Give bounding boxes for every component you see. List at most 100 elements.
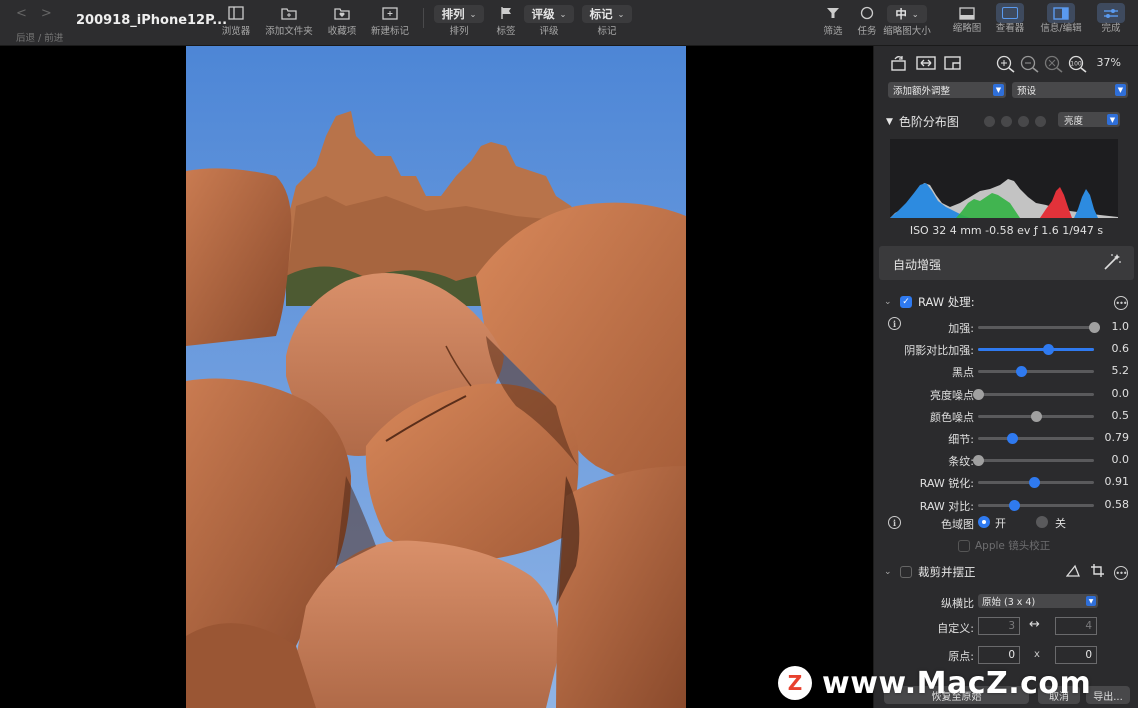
back-arrow-icon[interactable]: < [16, 6, 41, 21]
forward-arrow-icon[interactable]: > [41, 6, 66, 21]
channel-dot[interactable] [1018, 116, 1029, 127]
sort-dropdown[interactable]: 排列 ⌄ 排列 [433, 0, 485, 46]
slider-knob[interactable] [973, 455, 984, 467]
rotate-icon[interactable] [890, 55, 908, 75]
gamut-off-label: 关 [1055, 517, 1066, 530]
histogram-mode-select[interactable]: 亮度 ▼ [1058, 112, 1120, 127]
gamut-on-radio[interactable] [978, 516, 990, 528]
slider-track[interactable] [978, 499, 1094, 511]
slider-track[interactable] [978, 366, 1094, 378]
raw-section-header[interactable]: ⌄ ✓ RAW 处理: [884, 294, 975, 310]
info-panel-icon [1053, 6, 1069, 20]
custom-label: 自定义: [937, 622, 974, 635]
auto-enhance-bar[interactable]: 自动增强 [879, 246, 1134, 280]
slider-track[interactable] [978, 477, 1094, 489]
chevron-down-icon: ⌄ [469, 9, 477, 19]
zoom-100-icon[interactable]: 100 [1068, 55, 1088, 77]
filter-icon [826, 0, 840, 26]
slider-row: 亮度噪点 0.0 [874, 383, 1138, 405]
slider-row: 颜色噪点 0.5 [874, 405, 1138, 427]
slider-value: 0.79 [1104, 431, 1130, 444]
slider-track[interactable] [978, 433, 1094, 444]
crop-section-header[interactable]: ⌄ 裁剪并摆正 [884, 564, 976, 580]
swap-arrows-icon[interactable]: ↔ [1029, 617, 1040, 632]
thumbnails-icon [959, 6, 975, 20]
origin-y-field[interactable]: 0 [1055, 646, 1097, 664]
lens-correction-checkbox[interactable] [958, 539, 970, 552]
channel-dot[interactable] [1035, 116, 1046, 127]
cancel-button[interactable]: 取消 [1038, 686, 1080, 704]
viewer-button[interactable]: 查看器 [992, 0, 1028, 46]
slider-knob[interactable] [1009, 499, 1020, 511]
origin-separator: x [1034, 649, 1040, 660]
done-button[interactable]: 完成 [1094, 0, 1128, 46]
slider-track[interactable] [973, 388, 1094, 400]
chevron-down-icon: ▼ [1107, 114, 1118, 125]
reset-button[interactable]: 恢复至原始 [884, 686, 1029, 704]
slider-knob[interactable] [1029, 477, 1040, 489]
crop-tool-icon[interactable] [944, 55, 962, 75]
thumbnails-button[interactable]: 缩略图 [950, 0, 984, 46]
channel-dot[interactable] [984, 116, 995, 127]
zoom-fit-icon[interactable] [1044, 55, 1064, 77]
slider-fill [978, 348, 1094, 352]
tag-label: 标记 [597, 26, 617, 37]
slider-label: RAW 锐化: [919, 477, 974, 491]
slider-value: 0.58 [1104, 497, 1130, 511]
flag-button[interactable]: 标签 [493, 0, 519, 46]
export-button[interactable]: 导出... [1086, 686, 1130, 704]
custom-width-field[interactable]: 3 [978, 617, 1020, 635]
favorites-button[interactable]: 收藏项 [326, 0, 358, 46]
slider-knob[interactable] [1043, 344, 1054, 356]
filter-button[interactable]: 筛选 [820, 0, 846, 46]
raw-more-icon[interactable]: ••• [1114, 296, 1128, 310]
histogram-title: 色阶分布图 [898, 115, 959, 129]
slider-track[interactable] [978, 410, 1094, 422]
new-tag-icon [382, 0, 398, 26]
channel-dot[interactable] [1001, 116, 1012, 127]
gamut-off-radio[interactable] [1036, 516, 1048, 528]
preset-select[interactable]: 预设 ▼ [1012, 82, 1128, 98]
crop-enable-checkbox[interactable] [900, 566, 912, 578]
slider-track[interactable] [973, 455, 1094, 467]
photo-canvas[interactable] [186, 46, 686, 708]
histogram-header[interactable]: ▼ 色阶分布图 [886, 113, 959, 130]
browser-label: 浏览器 [221, 26, 251, 37]
add-folder-label: 添加文件夹 [265, 26, 313, 37]
slider-knob[interactable] [973, 388, 984, 400]
crop-more-icon[interactable]: ••• [1114, 566, 1128, 580]
straighten-icon[interactable] [1065, 564, 1080, 580]
slider-knob[interactable] [1031, 410, 1042, 422]
new-tag-button[interactable]: 新建标记 [368, 0, 412, 46]
browser-button[interactable]: 浏览器 [220, 0, 252, 46]
aspect-label: 纵横比 [941, 597, 974, 610]
slider-track[interactable] [978, 344, 1094, 356]
aspect-select[interactable]: 原始 (3 x 4) ▼ [978, 594, 1098, 608]
flip-horizontal-icon[interactable] [916, 55, 936, 75]
channel-dots [984, 116, 1046, 127]
edit-panel: 100 37% 添加额外调整 ▼ 预设 ▼ ▼ 色阶分布图 亮度 ▼ ISO 3… [873, 46, 1138, 708]
zoom-out-icon[interactable] [1020, 55, 1040, 77]
origin-x-field[interactable]: 0 [978, 646, 1020, 664]
tag-dropdown[interactable]: 标记 ⌄ 标记 [581, 0, 633, 46]
panel-tools: 100 37% [874, 46, 1138, 80]
slider-value: 0.0 [1111, 386, 1130, 400]
add-adjustment-select[interactable]: 添加额外调整 ▼ [888, 82, 1006, 98]
add-folder-button[interactable]: 添加文件夹 [262, 0, 316, 46]
rating-label: 评级 [539, 26, 559, 37]
slider-knob[interactable] [1089, 322, 1100, 333]
toolbar: <> 后退 / 前进 200918_iPhone12P... 浏览器 添加文件夹… [0, 0, 1138, 46]
thumb-size-dropdown[interactable]: 中 ⌄ 缩略图大小 [874, 0, 940, 46]
slider-knob[interactable] [1016, 366, 1027, 378]
magic-wand-icon[interactable] [1102, 252, 1122, 276]
custom-height-field[interactable]: 4 [1055, 617, 1097, 635]
slider-knob[interactable] [1007, 433, 1018, 444]
crop-icon[interactable] [1091, 564, 1105, 580]
info-edit-button[interactable]: 信息/编辑 [1036, 0, 1086, 46]
new-tag-label: 新建标记 [370, 26, 409, 37]
slider-track[interactable] [978, 322, 1100, 333]
rating-dropdown[interactable]: 评级 ⌄ 评级 [523, 0, 575, 46]
zoom-in-icon[interactable] [996, 55, 1016, 77]
browser-icon [228, 0, 244, 26]
raw-enable-checkbox[interactable]: ✓ [900, 296, 912, 308]
